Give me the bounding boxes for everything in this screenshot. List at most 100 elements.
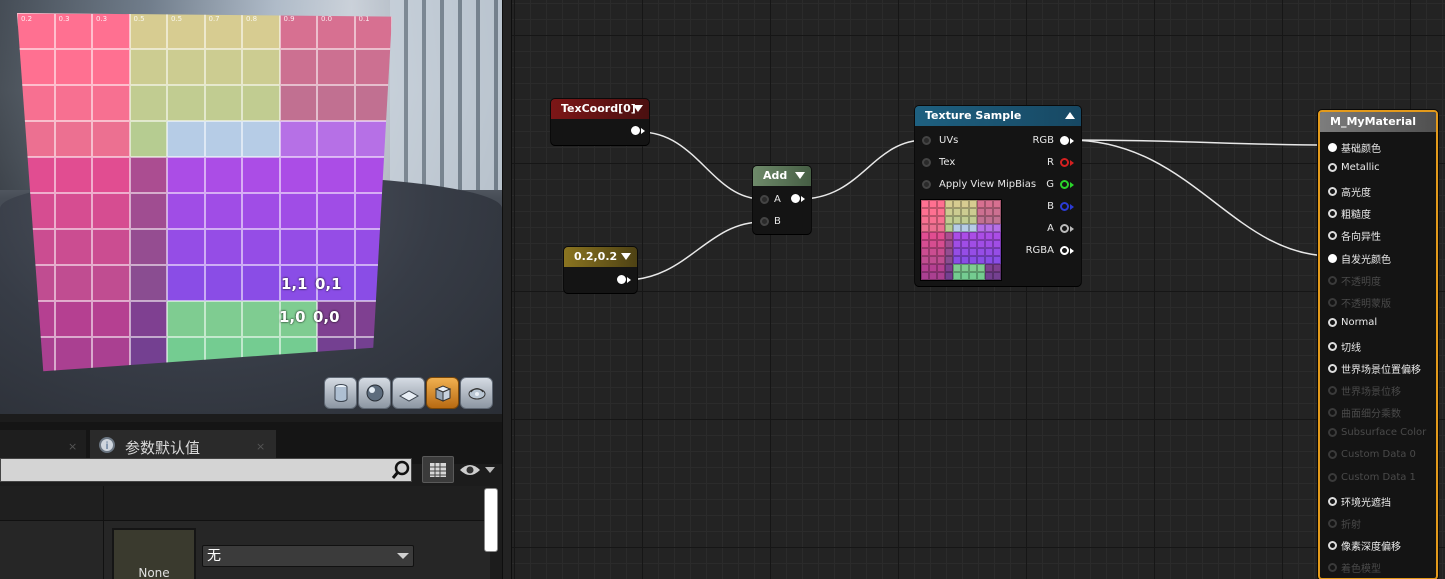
cell-label: 0.3 bbox=[58, 15, 70, 23]
close-icon[interactable]: × bbox=[256, 441, 265, 452]
node-header[interactable]: Add bbox=[753, 166, 811, 186]
cylinder-preview-button[interactable] bbox=[324, 377, 357, 409]
node-title: Add bbox=[763, 169, 788, 182]
texture-sample-node[interactable]: Texture Sample UVs Tex Apply View MipBia… bbox=[915, 106, 1081, 286]
input-pin-tex[interactable]: Tex bbox=[922, 157, 955, 168]
material-graph-canvas[interactable]: TexCoord[0] 0.2,0.2 Add A B Texture Samp… bbox=[512, 0, 1445, 579]
pin-label: 环境光遮挡 bbox=[1341, 497, 1391, 509]
material-input-pin[interactable]: 自发光颜色 bbox=[1328, 251, 1391, 266]
checker-cell: 0.0 bbox=[317, 13, 355, 49]
pin-dot[interactable] bbox=[922, 180, 931, 189]
custom-mesh-preview-button[interactable] bbox=[460, 377, 493, 409]
pin-dot[interactable] bbox=[1060, 136, 1069, 145]
pin-dot[interactable] bbox=[1060, 202, 1069, 211]
input-pin-mipbias[interactable]: Apply View MipBias bbox=[922, 179, 1036, 190]
pin-dot[interactable] bbox=[1328, 231, 1337, 241]
pin-dot[interactable] bbox=[1328, 163, 1337, 173]
output-pin[interactable]: RGBA bbox=[1026, 245, 1074, 256]
input-pin-a[interactable]: A bbox=[760, 194, 781, 205]
node-header[interactable]: TexCoord[0] bbox=[551, 99, 649, 119]
node-title: 0.2,0.2 bbox=[574, 250, 618, 263]
constant2vector-node[interactable]: 0.2,0.2 bbox=[564, 247, 637, 293]
pin-dot[interactable] bbox=[760, 217, 769, 226]
pin-dot[interactable] bbox=[1060, 180, 1069, 189]
cell-label: 0.9 bbox=[283, 15, 295, 23]
material-input-pin[interactable]: Normal bbox=[1328, 317, 1377, 328]
pin-dot bbox=[1328, 562, 1337, 572]
pin-dot[interactable] bbox=[617, 275, 626, 284]
close-icon[interactable]: × bbox=[68, 441, 77, 452]
material-input-pin[interactable]: 基础颜色 bbox=[1328, 140, 1381, 155]
pin-dot[interactable] bbox=[922, 158, 931, 167]
checker-cell: 0.3 bbox=[54, 13, 92, 49]
texture-thumbnail[interactable]: None bbox=[112, 528, 196, 579]
column-divider[interactable] bbox=[103, 486, 104, 579]
collapse-icon[interactable] bbox=[621, 253, 631, 260]
input-pin-uvs[interactable]: UVs bbox=[922, 135, 958, 146]
output-pin[interactable] bbox=[791, 194, 805, 203]
pin-dot[interactable] bbox=[760, 195, 769, 204]
preview-viewport[interactable]: 0.2 0.3 0.3 0.5 0.5 0.7 0.8 0.9 0.0 0.1 1,1 0,1 1… bbox=[0, 0, 502, 414]
output-pin[interactable] bbox=[617, 275, 631, 284]
add-node[interactable]: Add A B bbox=[753, 166, 811, 234]
output-pin[interactable] bbox=[631, 126, 645, 135]
search-input[interactable] bbox=[0, 458, 412, 482]
collapse-icon[interactable] bbox=[633, 105, 643, 112]
pin-dot[interactable] bbox=[1328, 187, 1337, 197]
pin-dot[interactable] bbox=[1060, 246, 1069, 255]
output-pin[interactable]: G bbox=[1046, 179, 1074, 190]
collapse-icon[interactable] bbox=[795, 172, 805, 179]
checker-cell bbox=[129, 121, 167, 157]
texture-asset-dropdown[interactable]: 无 bbox=[202, 545, 414, 567]
pin-dot[interactable] bbox=[1328, 317, 1337, 327]
output-pin[interactable]: RGB bbox=[1032, 135, 1074, 146]
material-input-pin[interactable]: 世界场景位置偏移 bbox=[1328, 361, 1421, 376]
node-header[interactable]: M_MyMaterial bbox=[1320, 112, 1436, 132]
output-pin[interactable]: B bbox=[1047, 201, 1074, 212]
search-parameter-icon: i bbox=[99, 437, 115, 453]
material-input-pin[interactable]: 各向异性 bbox=[1328, 228, 1381, 243]
texcoord-node[interactable]: TexCoord[0] bbox=[551, 99, 649, 145]
pin-dot[interactable] bbox=[631, 126, 640, 135]
preview-cell bbox=[929, 216, 937, 224]
pin-dot[interactable] bbox=[1328, 209, 1337, 219]
pin-label: 折射 bbox=[1341, 519, 1361, 531]
pin-dot[interactable] bbox=[1060, 158, 1069, 167]
material-input-pin[interactable]: 粗糙度 bbox=[1328, 206, 1371, 221]
material-input-pin[interactable]: 环境光遮挡 bbox=[1328, 494, 1391, 509]
node-header[interactable]: 0.2,0.2 bbox=[564, 247, 637, 267]
checker-cell bbox=[17, 49, 55, 85]
pin-dot[interactable] bbox=[1060, 224, 1069, 233]
collapse-icon[interactable] bbox=[1065, 112, 1075, 119]
search-icon[interactable] bbox=[390, 459, 412, 481]
material-input-pin[interactable]: 像素深度偏移 bbox=[1328, 538, 1401, 553]
plane-preview-button[interactable] bbox=[392, 377, 425, 409]
view-options-button[interactable] bbox=[422, 456, 454, 483]
pin-dot[interactable] bbox=[1328, 496, 1337, 506]
panel-splitter[interactable] bbox=[502, 0, 512, 579]
cube-preview-button[interactable] bbox=[426, 377, 459, 409]
checker-cell bbox=[279, 121, 317, 157]
checker-cell bbox=[317, 229, 355, 265]
node-header[interactable]: Texture Sample bbox=[915, 106, 1081, 126]
pin-dot[interactable] bbox=[1328, 253, 1337, 263]
pin-arrow-icon bbox=[801, 195, 805, 202]
pin-dot[interactable] bbox=[1328, 143, 1337, 152]
material-input-pin[interactable]: 高光度 bbox=[1328, 184, 1371, 199]
pin-dot[interactable] bbox=[791, 194, 800, 203]
pin-dot[interactable] bbox=[1328, 364, 1337, 373]
input-pin-b[interactable]: B bbox=[760, 216, 781, 227]
preview-cell bbox=[977, 224, 985, 232]
checker-cell bbox=[129, 49, 167, 85]
material-result-node[interactable]: M_MyMaterial 基础颜色 Metallic 高光度粗糙度各向异性自发光颜色… bbox=[1318, 110, 1438, 579]
output-pin[interactable]: A bbox=[1047, 223, 1074, 234]
pin-dot[interactable] bbox=[1328, 540, 1337, 550]
material-input-pin[interactable]: Metallic bbox=[1328, 162, 1380, 173]
sphere-preview-button[interactable] bbox=[358, 377, 391, 409]
pin-dot[interactable] bbox=[922, 136, 931, 145]
visibility-button[interactable] bbox=[458, 458, 498, 482]
scrollbar-thumb[interactable] bbox=[484, 488, 498, 552]
pin-dot[interactable] bbox=[1328, 341, 1337, 351]
output-pin[interactable]: R bbox=[1047, 157, 1074, 168]
material-input-pin[interactable]: 切线 bbox=[1328, 339, 1361, 354]
